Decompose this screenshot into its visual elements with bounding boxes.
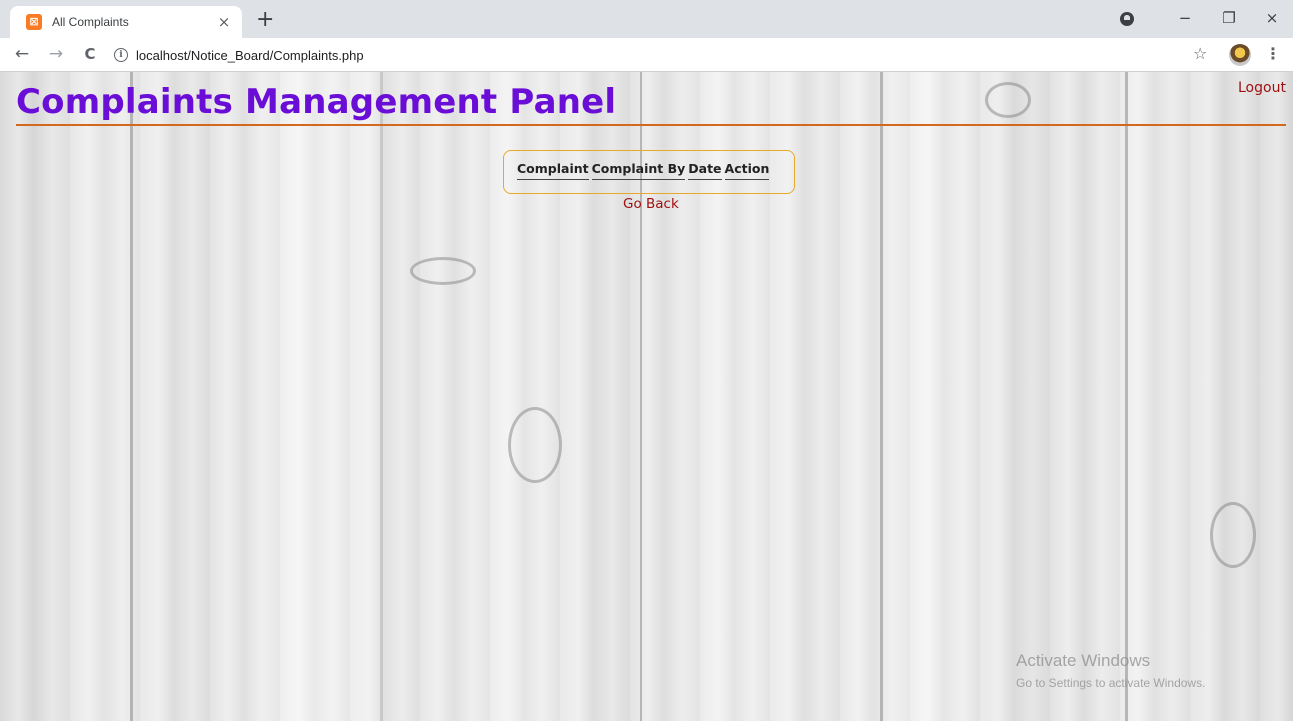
wood-knot	[985, 82, 1031, 118]
star-icon[interactable]: ☆	[1193, 44, 1207, 63]
browser-tab-strip: ⊠ All Complaints × + − ❐ ×	[0, 0, 1293, 38]
activate-windows-subtext: Go to Settings to activate Windows.	[1016, 676, 1206, 690]
column-header-complaint-by: Complaint By	[591, 159, 686, 180]
activate-windows-watermark: Activate Windows	[1016, 651, 1151, 670]
menu-dots-icon[interactable]: ⋮	[1265, 44, 1281, 63]
url-text[interactable]: localhost/Notice_Board/Complaints.php	[136, 48, 364, 63]
address-bar[interactable]: i localhost/Notice_Board/Complaints.php	[110, 42, 1200, 68]
wood-knot	[1210, 502, 1256, 568]
restore-button[interactable]: ❐	[1219, 8, 1239, 28]
new-tab-button[interactable]: +	[256, 9, 274, 31]
window-close-button[interactable]: ×	[1262, 8, 1282, 28]
back-arrow-icon[interactable]: ←	[12, 44, 32, 64]
xampp-favicon-icon: ⊠	[26, 14, 42, 30]
browser-tab[interactable]: ⊠ All Complaints ×	[10, 6, 242, 38]
incognito-profile-icon[interactable]	[1120, 12, 1134, 26]
browser-toolbar: ← → C i localhost/Notice_Board/Complaint…	[0, 38, 1293, 72]
complaints-table: Complaint Complaint By Date Action	[514, 159, 772, 180]
minimize-button[interactable]: −	[1175, 8, 1195, 28]
reload-icon[interactable]: C	[80, 44, 100, 64]
profile-avatar-icon[interactable]	[1229, 44, 1251, 66]
column-header-action: Action	[724, 159, 770, 180]
wood-plank-seam	[880, 72, 883, 721]
wood-plank-seam	[1125, 72, 1128, 721]
go-back-link[interactable]: Go Back	[623, 196, 679, 212]
wood-plank-seam	[380, 72, 383, 721]
logout-link[interactable]: Logout	[1238, 80, 1286, 96]
forward-arrow-icon[interactable]: →	[46, 44, 66, 64]
page-title: Complaints Management Panel	[16, 82, 617, 122]
page-viewport: Complaints Management Panel Logout Compl…	[0, 72, 1293, 721]
info-icon[interactable]: i	[114, 48, 128, 62]
wood-knot	[508, 407, 562, 483]
wood-knot	[410, 257, 476, 285]
header-divider	[16, 124, 1286, 126]
tab-close-icon[interactable]: ×	[216, 13, 232, 31]
column-header-date: Date	[688, 159, 722, 180]
complaints-table-container: Complaint Complaint By Date Action	[503, 150, 795, 194]
column-header-complaint: Complaint	[517, 159, 589, 180]
wood-plank-seam	[130, 72, 133, 721]
tab-title: All Complaints	[52, 15, 129, 29]
table-header-row: Complaint Complaint By Date Action	[517, 159, 770, 180]
